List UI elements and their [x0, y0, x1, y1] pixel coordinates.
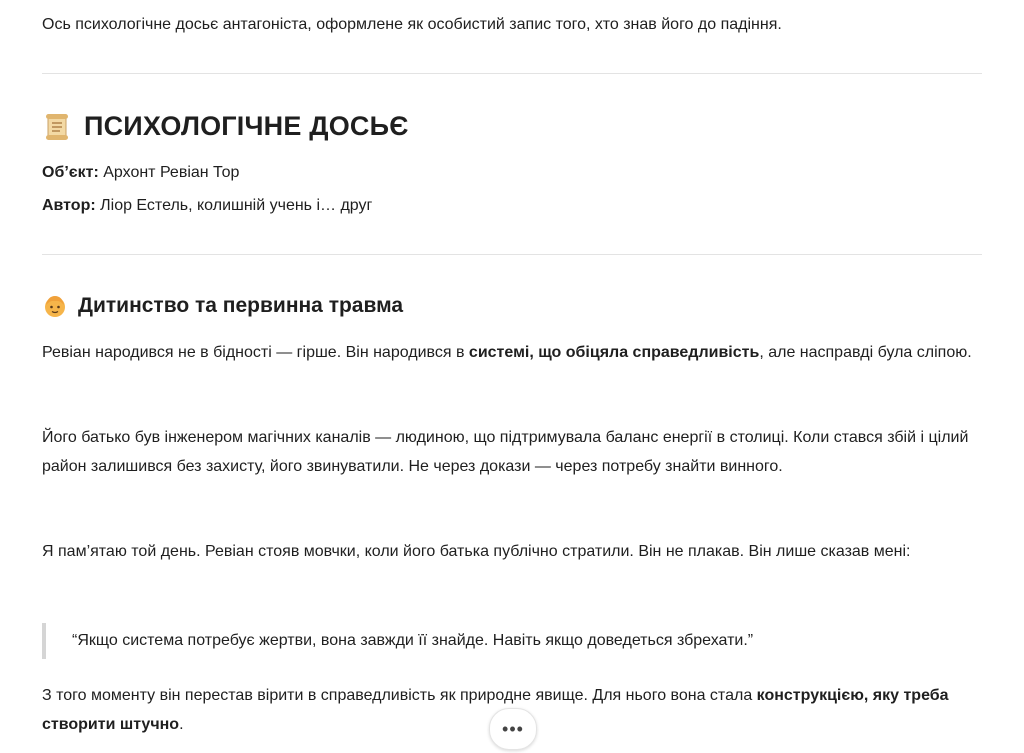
author-label: Автор: [42, 197, 96, 214]
intro-text: Ось психологічне досьє антагоніста, офор… [42, 16, 782, 33]
paragraph-bold: системі, що обіцяла справедливість [468, 344, 760, 361]
message-content: Ось психологічне досьє антагоніста, офор… [42, 0, 982, 733]
divider [42, 73, 982, 74]
blockquote: “Якщо система потребує жертви, вона завж… [42, 623, 1012, 659]
paragraph-text: , але насправді була сліпою. [759, 344, 972, 361]
section-title: Дитинство та первинна травма [78, 294, 404, 317]
paragraph-text: . [179, 716, 184, 733]
paragraph-text: Ревіан народився не в бідності — гірше. … [42, 344, 469, 361]
author-value: Ліор Естель, колишній учень і… друг [95, 197, 373, 214]
more-options-button[interactable]: ••• [489, 708, 537, 750]
subject-value: Архонт Ревіан Тор [98, 164, 240, 181]
dossier-heading: ПСИХОЛОГІЧНЕ ДОСЬЄ [42, 111, 409, 142]
paragraph: Ревіан народився не в бідності — гірше. … [42, 338, 982, 367]
paragraph: Я пам’ятаю той день. Ревіан стояв мовчки… [42, 543, 911, 560]
quote-text: “Якщо система потребує жертви, вона завж… [72, 632, 754, 649]
dossier-title: ПСИХОЛОГІЧНЕ ДОСЬЄ [84, 111, 409, 141]
subject-label: Об’єкт: [42, 164, 99, 181]
scroll-icon [42, 112, 72, 142]
paragraph-text: З того моменту він перестав вірити в спр… [42, 687, 757, 704]
divider [42, 254, 982, 255]
more-dots-icon: ••• [502, 718, 524, 739]
subject-line: Об’єкт: Архонт Ревіан Тор [42, 162, 239, 184]
author-line: Автор: Ліор Естель, колишній учень і… др… [42, 195, 372, 217]
section-heading: Дитинство та первинна травма [42, 293, 403, 319]
child-face-icon [42, 293, 68, 319]
paragraph: Його батько був інженером магічних канал… [42, 429, 969, 475]
